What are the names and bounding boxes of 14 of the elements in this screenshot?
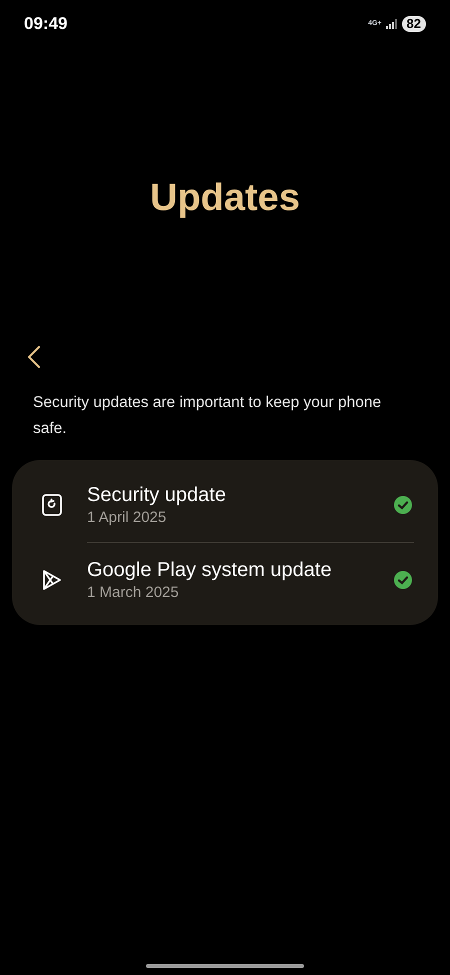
update-row[interactable]: Security update 1 April 2025 <box>12 468 438 542</box>
update-row[interactable]: Google Play system update 1 March 2025 <box>12 543 438 617</box>
update-date: 1 April 2025 <box>87 508 168 528</box>
description-text: Security updates are important to keep your phone safe. <box>32 393 382 439</box>
refresh-phone-icon <box>42 494 62 516</box>
update-title: Google Play system update <box>87 558 333 583</box>
back-chevron-icon <box>28 346 40 368</box>
signal-icon <box>386 19 398 29</box>
play-triangle-icon <box>42 569 62 591</box>
update-date: 1 March 2025 <box>87 583 180 603</box>
status-time: 09:49 <box>24 13 68 36</box>
battery-level: 82 <box>402 16 426 32</box>
page-title: Updates <box>149 176 301 221</box>
update-title: Security update <box>87 483 227 508</box>
